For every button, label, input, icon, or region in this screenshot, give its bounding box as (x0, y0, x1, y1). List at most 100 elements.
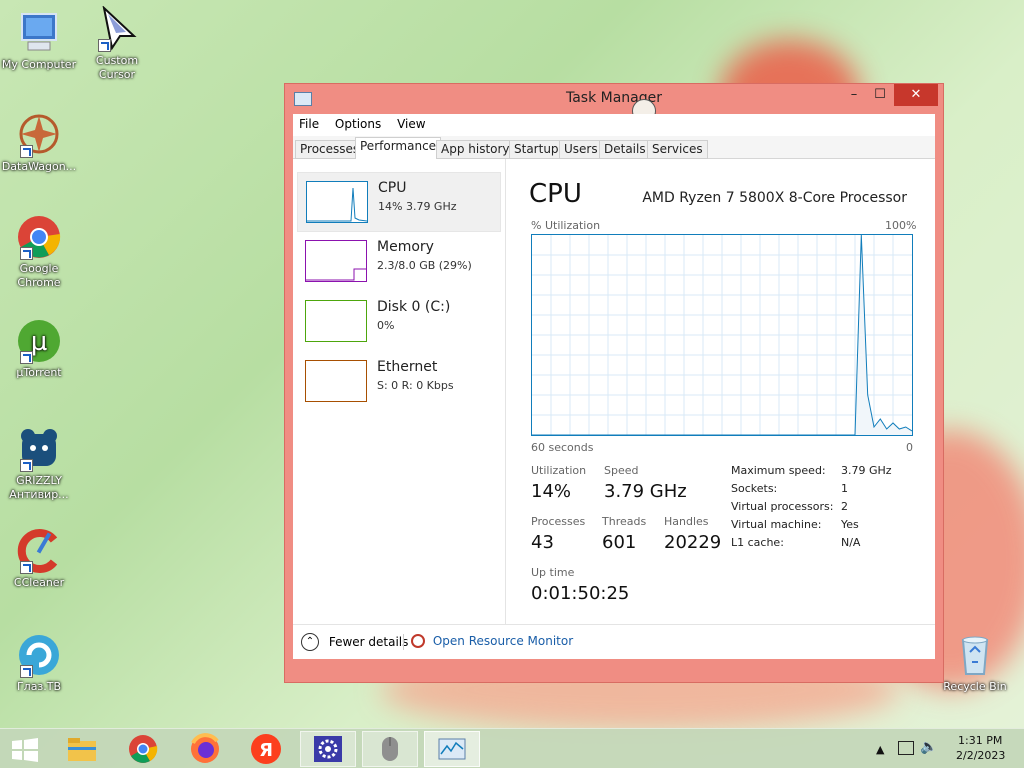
shortcut-arrow-icon (20, 665, 33, 678)
taskbar-task-manager[interactable] (424, 731, 480, 767)
title-bar[interactable]: Task Manager – ☐ ✕ (285, 84, 943, 123)
close-button[interactable]: ✕ (894, 84, 938, 106)
resource-disk[interactable]: Disk 0 (C:) 0% (297, 292, 499, 350)
recycle-bin-icon (952, 632, 998, 678)
threads-value: 601 (602, 532, 637, 553)
shortcut-arrow-icon (20, 145, 33, 158)
desktop-icon-label: Глаз.ТВ (16, 680, 62, 693)
uptime-label: Up time (531, 566, 575, 579)
footer-divider (403, 634, 404, 650)
resource-ethernet[interactable]: Ethernet S: 0 R: 0 Kbps (297, 352, 499, 410)
time-axis-label: 60 seconds (531, 441, 594, 454)
time-axis-zero: 0 (906, 441, 913, 454)
tab-performance[interactable]: Performance (355, 137, 442, 160)
minimize-button[interactable]: – (841, 84, 867, 106)
tab-bar: Processes Performance App history Startu… (293, 136, 935, 160)
cpu-thumbnail-graph (306, 181, 368, 223)
tab-details[interactable]: Details (599, 140, 651, 159)
menu-file[interactable]: File (293, 114, 325, 134)
processor-name: AMD Ryzen 7 5800X 8-Core Processor (642, 190, 907, 206)
start-icon (12, 738, 38, 762)
mouse-icon (382, 737, 398, 761)
desktop-icon-label: DataWagon... (1, 160, 77, 173)
utilization-label: Utilization (531, 464, 587, 477)
tab-processes[interactable]: Processes (295, 140, 365, 159)
desktop-icon-label: Recycle Bin (943, 680, 1007, 693)
performance-panel: CPU 14% 3.79 GHz Memory 2.3/8.0 GB (29%)… (293, 159, 935, 659)
tab-users[interactable]: Users (559, 140, 603, 159)
resource-stat: 2.3/8.0 GB (29%) (377, 259, 472, 272)
clock-time[interactable]: 1:31 PM (958, 734, 1002, 747)
taskbar-file-explorer[interactable] (54, 731, 110, 767)
fewer-details-label: Fewer details (328, 635, 409, 649)
speed-label: Speed (604, 464, 639, 477)
desktop-icon-label: Custom Cursor (95, 54, 139, 81)
desktop-icon-custom-cursor[interactable]: Custom Cursor (78, 5, 156, 82)
file-explorer-icon (68, 738, 96, 761)
resource-memory[interactable]: Memory 2.3/8.0 GB (29%) (297, 232, 499, 290)
resource-name: Ethernet (377, 359, 438, 375)
grizzly-bear-icon (16, 426, 62, 472)
ccleaner-icon (16, 528, 62, 574)
desktop-icon-label: My Computer (1, 58, 77, 71)
desktop-icon-utorrent[interactable]: µ µTorrent (0, 318, 78, 380)
menu-options[interactable]: Options (329, 114, 387, 134)
tab-services[interactable]: Services (647, 140, 708, 159)
tab-startup[interactable]: Startup (509, 140, 564, 159)
computer-icon (16, 10, 62, 56)
desktop-icon-ccleaner[interactable]: CCleaner (0, 528, 78, 590)
menu-view[interactable]: View (391, 114, 431, 134)
detail-key-max-speed: Maximum speed: (731, 464, 826, 477)
resource-list: CPU 14% 3.79 GHz Memory 2.3/8.0 GB (29%)… (293, 159, 506, 624)
detail-key-virtual-machine: Virtual machine: (731, 518, 822, 531)
chrome-icon (129, 735, 158, 763)
speed-value: 3.79 GHz (604, 481, 687, 502)
taskbar-firefox[interactable] (177, 731, 233, 767)
clock-date[interactable]: 2/2/2023 (956, 749, 1005, 762)
processes-value: 43 (531, 532, 554, 553)
taskbar-chrome[interactable] (115, 731, 171, 767)
menu-bar: File Options View (293, 114, 935, 136)
desktop-icon-label: Google Chrome (17, 262, 61, 289)
fewer-details-button[interactable]: ⌃ Fewer details (301, 633, 408, 651)
desktop-icon-datawagon[interactable]: DataWagon... (0, 112, 78, 174)
start-button[interactable] (0, 731, 56, 767)
detail-key-virtual-processors: Virtual processors: (731, 500, 834, 513)
taskbar-mouse-app[interactable] (362, 731, 418, 767)
desktop-icon-grizzly[interactable]: GRIZZLY Антивир... (0, 426, 78, 502)
desktop-icon-label: CCleaner (13, 576, 65, 589)
processes-label: Processes (531, 515, 586, 528)
resource-name: Disk 0 (C:) (377, 299, 451, 315)
detail-key-sockets: Sockets: (731, 482, 778, 495)
svg-text:µ: µ (31, 327, 48, 357)
desktop-icon-my-computer[interactable]: My Computer (0, 10, 78, 72)
taskbar-yandex[interactable]: Я (238, 731, 294, 767)
volume-icon[interactable]: 🔈 (920, 739, 937, 755)
datawagon-icon (16, 112, 62, 158)
utorrent-icon: µ (16, 318, 62, 364)
open-resource-monitor-link[interactable]: Open Resource Monitor (411, 633, 573, 648)
taskbar: Я ▲ 🔈 1:31 PM 2/2/2023 (0, 728, 1024, 768)
taskbar-settings[interactable] (300, 731, 356, 767)
shortcut-arrow-icon (20, 459, 33, 472)
firefox-icon (191, 733, 219, 763)
detail-key-l1-cache: L1 cache: (731, 536, 784, 549)
detail-value-max-speed: 3.79 GHz (841, 464, 892, 477)
resource-monitor-icon (411, 633, 425, 648)
svg-text:Я: Я (259, 740, 273, 761)
shortcut-arrow-icon (20, 247, 33, 260)
maximize-button[interactable]: ☐ (867, 84, 893, 106)
memory-thumbnail-graph (305, 240, 367, 282)
desktop-icon-google-chrome[interactable]: Google Chrome (0, 214, 78, 290)
tab-app-history[interactable]: App history (436, 140, 515, 159)
utilization-value: 14% (531, 481, 572, 502)
desktop-icon-recycle-bin[interactable]: Recycle Bin (936, 632, 1014, 694)
network-icon[interactable] (898, 741, 914, 755)
shortcut-arrow-icon (20, 351, 33, 364)
resource-cpu[interactable]: CPU 14% 3.79 GHz (297, 172, 501, 232)
uptime-value: 0:01:50:25 (531, 583, 630, 604)
desktop-icon-glaz-tv[interactable]: Глаз.ТВ (0, 632, 78, 694)
show-hidden-icons-chevron[interactable]: ▲ (876, 743, 884, 756)
settings-icon (314, 736, 342, 762)
utilization-axis-max: 100% (885, 219, 917, 232)
